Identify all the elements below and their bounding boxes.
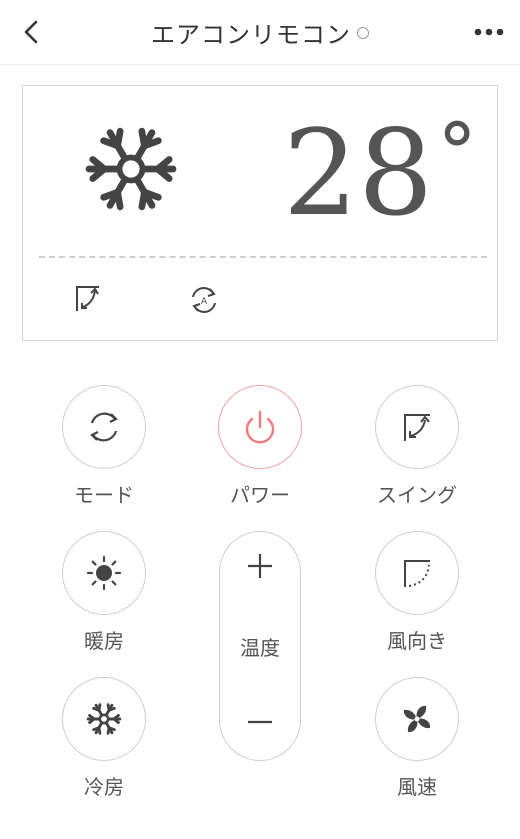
heat-label: 暖房 xyxy=(84,629,124,653)
degree-symbol: ° xyxy=(437,106,478,199)
swing-indicator-icon xyxy=(76,286,99,311)
more-options-icon[interactable] xyxy=(472,18,506,46)
swing-icon xyxy=(404,414,430,441)
title-container: エアコンリモコン xyxy=(0,0,520,64)
air-direction-icon xyxy=(404,560,430,587)
minus-icon xyxy=(248,720,272,724)
cool-label: 冷房 xyxy=(84,775,124,799)
power-icon xyxy=(245,410,275,444)
temperature-up-button[interactable] xyxy=(220,536,300,596)
fan-speed-button[interactable] xyxy=(375,677,459,761)
direction-label: 風向き xyxy=(387,629,447,653)
swing-label: スイング xyxy=(377,483,457,507)
cool-button[interactable] xyxy=(62,677,146,761)
temperature-down-button[interactable] xyxy=(220,692,300,752)
temperature-readout: 28° xyxy=(283,106,483,239)
temperature-control: 温度 xyxy=(219,531,301,761)
temperature-value: 28 xyxy=(283,104,434,242)
fan-icon xyxy=(403,705,431,733)
mode-button[interactable] xyxy=(62,385,146,469)
snowflake-icon xyxy=(86,702,122,736)
snowflake-mode-icon xyxy=(83,126,177,212)
heat-button[interactable] xyxy=(62,531,146,615)
power-button[interactable] xyxy=(218,385,302,469)
cycle-icon xyxy=(90,412,118,442)
fan-speed-label: 風速 xyxy=(397,775,437,799)
plus-icon xyxy=(248,554,272,578)
top-bar: エアコンリモコン xyxy=(0,0,520,65)
swing-button[interactable] xyxy=(375,385,459,469)
connection-status-dot xyxy=(357,27,369,39)
temperature-label: 温度 xyxy=(240,636,280,660)
direction-button[interactable] xyxy=(375,531,459,615)
status-display-panel: 28° A xyxy=(22,85,498,341)
page-title: エアコンリモコン xyxy=(151,20,351,49)
auto-mode-indicator-icon: A xyxy=(192,287,216,313)
sun-icon xyxy=(86,555,122,591)
svg-text:A: A xyxy=(201,297,208,307)
divider-dashed xyxy=(39,256,487,258)
power-label: パワー xyxy=(230,483,290,507)
mode-label: モード xyxy=(74,483,134,507)
